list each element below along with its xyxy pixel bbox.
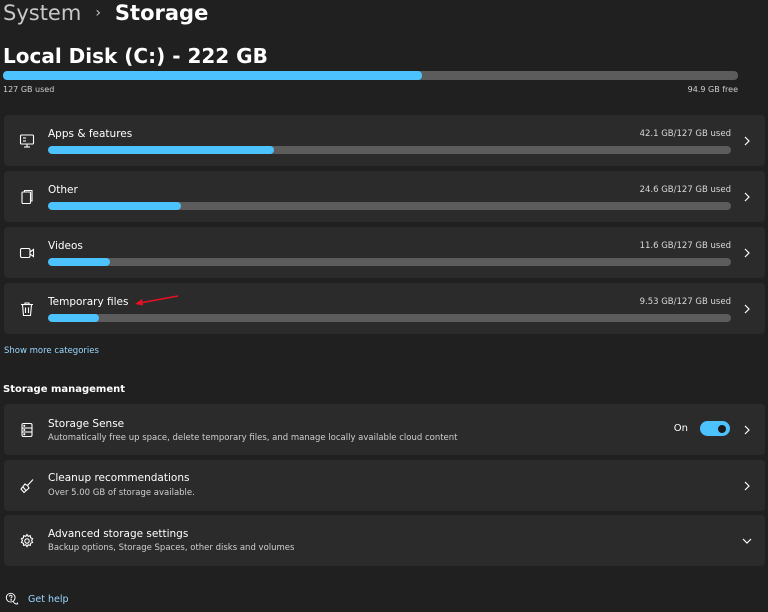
page-title: Storage <box>114 1 209 25</box>
category-temporary-files[interactable]: Temporary files 9.53 GB/127 GB used <box>4 283 765 334</box>
category-label: Temporary files <box>48 296 129 308</box>
chevron-down-icon <box>741 535 753 547</box>
apps-icon <box>18 132 36 150</box>
broom-icon <box>18 477 36 495</box>
category-usage-bar <box>48 146 731 154</box>
disk-title: Local Disk (C:) - 222 GB <box>3 44 268 68</box>
disk-usage-bar <box>3 71 738 80</box>
advanced-storage-settings-card[interactable]: Advanced storage settings Backup options… <box>4 515 765 566</box>
disk-used-label: 127 GB used <box>3 85 55 94</box>
storage-sense-card[interactable]: Storage Sense Automatically free up spac… <box>4 404 765 455</box>
category-label: Other <box>48 184 78 196</box>
category-value: 42.1 GB/127 GB used <box>639 129 731 139</box>
get-help-label: Get help <box>28 593 69 605</box>
storage-management-heading: Storage management <box>3 384 126 395</box>
category-label: Videos <box>48 240 83 252</box>
video-icon <box>18 244 36 262</box>
category-apps-features[interactable]: Apps & features 42.1 GB/127 GB used <box>4 115 765 166</box>
category-value: 11.6 GB/127 GB used <box>639 241 731 251</box>
category-usage-fill <box>48 146 275 154</box>
cleanup-recommendations-description: Over 5.00 GB of storage available. <box>48 488 195 498</box>
chevron-right-icon <box>741 135 753 147</box>
toggle-knob <box>718 424 726 433</box>
disk-free-label: 94.9 GB free <box>687 85 738 94</box>
chevron-right-icon <box>741 191 753 203</box>
show-more-categories-link[interactable]: Show more categories <box>4 346 99 356</box>
gear-icon <box>18 532 36 550</box>
breadcrumb-separator: › <box>95 5 101 21</box>
advanced-storage-settings-label: Advanced storage settings <box>48 528 189 540</box>
storage-sense-toggle-label: On <box>673 423 688 434</box>
chevron-right-icon <box>741 303 753 315</box>
chevron-right-icon <box>741 424 753 436</box>
category-usage-bar <box>48 202 731 210</box>
category-label: Apps & features <box>48 128 133 140</box>
category-other[interactable]: Other 24.6 GB/127 GB used <box>4 171 765 222</box>
category-usage-fill <box>48 314 100 322</box>
storage-sense-description: Automatically free up space, delete temp… <box>48 433 458 443</box>
category-videos[interactable]: Videos 11.6 GB/127 GB used <box>4 227 765 278</box>
advanced-storage-settings-description: Backup options, Storage Spaces, other di… <box>48 543 295 553</box>
category-value: 24.6 GB/127 GB used <box>639 185 731 195</box>
cleanup-recommendations-label: Cleanup recommendations <box>48 472 190 484</box>
file-icon <box>18 188 36 206</box>
breadcrumb: System › Storage <box>3 0 208 26</box>
disk-usage-fill <box>3 71 422 80</box>
chevron-right-icon <box>741 480 753 492</box>
cleanup-recommendations-card[interactable]: Cleanup recommendations Over 5.00 GB of … <box>4 460 765 511</box>
storage-sense-toggle[interactable] <box>700 421 730 436</box>
category-usage-bar <box>48 258 731 266</box>
category-usage-fill <box>48 258 111 266</box>
trash-icon <box>18 300 36 318</box>
help-chat-icon <box>5 592 19 605</box>
breadcrumb-system[interactable]: System <box>3 0 81 26</box>
storage-drive-icon <box>18 421 36 439</box>
arrow-annotation-icon <box>135 295 179 306</box>
category-usage-bar <box>48 314 731 322</box>
category-value: 9.53 GB/127 GB used <box>639 297 731 307</box>
chevron-right-icon <box>741 247 753 259</box>
storage-sense-label: Storage Sense <box>48 418 125 430</box>
category-usage-fill <box>48 202 181 210</box>
get-help-link[interactable]: Get help <box>5 592 69 606</box>
